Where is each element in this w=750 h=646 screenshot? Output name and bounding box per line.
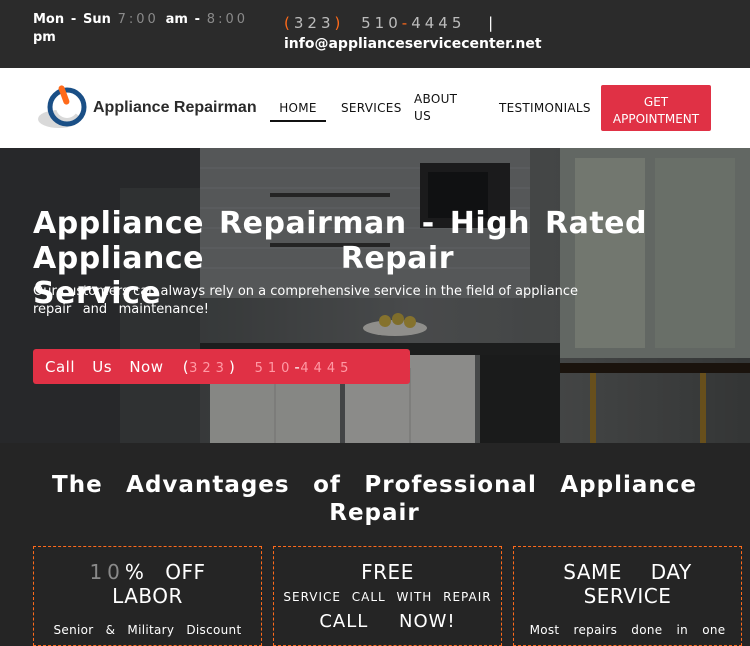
nav-services[interactable]: SERVICES	[341, 100, 402, 117]
call-now-link[interactable]: CALL NOW!	[274, 611, 501, 632]
business-hours: Mon - Sun 7:00 am - 8:00 pm	[33, 11, 248, 47]
power-logo-icon[interactable]	[37, 85, 89, 131]
card-heading: SAME DAY SERVICE	[563, 560, 692, 608]
card-text: SERVICE CALL WITH REPAIR	[283, 590, 492, 604]
advantages-title-line1: The Advantages of Professional Appliance	[52, 472, 697, 498]
hero-subtitle: Our customers can always rely on a compr…	[33, 283, 700, 319]
discount-number: 10	[89, 560, 125, 584]
call-us-now-button[interactable]: Call Us Now (323) 510-4445	[33, 349, 410, 384]
advantage-card-free-service: FREE SERVICE CALL WITH REPAIR CALL NOW!	[273, 546, 502, 646]
card-text: Senior & Military Discount	[53, 623, 242, 637]
nav-home[interactable]: HOME	[270, 100, 326, 122]
get-appointment-button[interactable]: GET APPOINTMENT	[601, 85, 711, 131]
hero-subtitle-line2: repair and maintenance!	[33, 302, 209, 317]
advantages-title: The Advantages of Professional Appliance…	[52, 471, 697, 527]
call-label: Call Us Now	[45, 357, 164, 376]
advantage-card-same-day: SAME DAY SERVICE Most repairs done in on…	[513, 546, 742, 646]
card-heading: 10% OFF LABOR	[89, 560, 206, 608]
hero-subtitle-line1: Our customers can always rely on a compr…	[33, 284, 579, 299]
brand-name[interactable]: Appliance Repairman	[93, 99, 257, 117]
nav-about-us[interactable]: ABOUT US	[414, 91, 474, 125]
hours-pm: pm	[33, 30, 56, 45]
hero-section: Appliance Repairman - High Rated Applian…	[0, 148, 750, 443]
hours-open-time: 7:00	[117, 12, 159, 27]
top-bar: Mon - Sun 7:00 am - 8:00 pm (323) 510-44…	[0, 0, 750, 68]
separator: |	[488, 14, 498, 32]
hero-title-line1: Appliance Repairman - High Rated	[33, 206, 647, 241]
phone-rest: 4445	[411, 14, 466, 32]
top-phone-link[interactable]: (323) 510-4445 |	[284, 14, 584, 32]
phone-dash: -	[401, 14, 412, 32]
site-header: Appliance Repairman HOME SERVICES ABOUT …	[0, 68, 750, 148]
email-link[interactable]: info@applianceservicecenter.net	[284, 36, 584, 52]
advantages-title-line2: Repair	[329, 500, 420, 526]
hours-close-time: 8:00	[206, 12, 248, 27]
phone-area: 323	[293, 14, 335, 32]
active-indicator	[270, 120, 326, 122]
advantage-card-discount: 10% OFF LABOR Senior & Military Discount	[33, 546, 262, 646]
card-text: Most repairs done in one	[529, 623, 726, 637]
contact-info: (323) 510-4445 | info@applianceservicece…	[284, 14, 584, 52]
phone-number: 510	[361, 14, 402, 32]
hours-days: Mon - Sun	[33, 12, 111, 27]
call-phone: (323) 510-4445	[182, 357, 354, 376]
card-heading: FREE	[361, 560, 414, 584]
hours-am: am -	[165, 12, 201, 27]
nav-testimonials[interactable]: TESTIMONIALS	[499, 100, 591, 117]
